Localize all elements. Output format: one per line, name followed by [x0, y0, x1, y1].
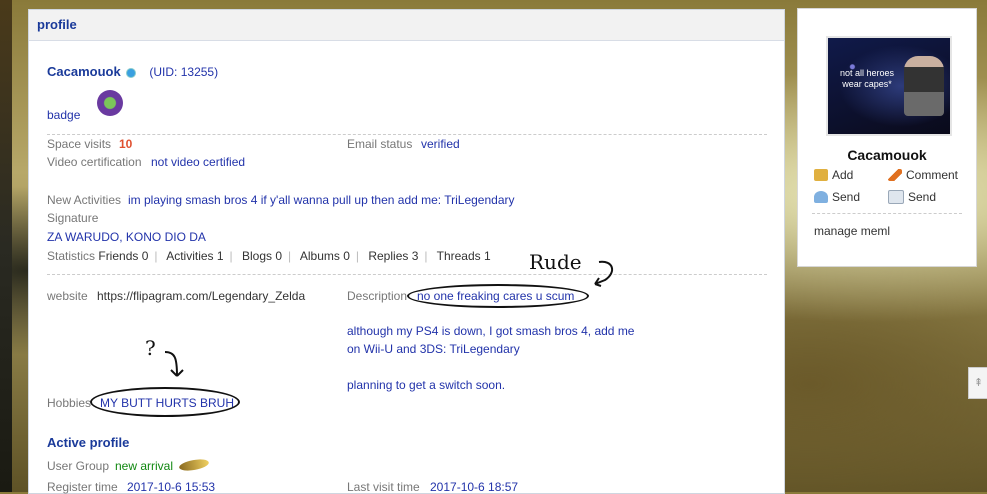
scroll-top-button[interactable]: ⇞: [968, 367, 987, 399]
user-group-label: User Group: [47, 459, 110, 473]
avatar[interactable]: not all heroes wear capes*: [826, 36, 952, 136]
description-label: Description: [347, 289, 408, 303]
badge-link[interactable]: badge: [47, 108, 80, 122]
statistics-row: Statistics Friends 0 | Activities 1 | Blog…: [47, 249, 491, 263]
stat-threads[interactable]: Threads 1: [437, 249, 491, 263]
stat-blogs[interactable]: Blogs 0: [242, 249, 282, 263]
stat-activities[interactable]: Activities 1: [166, 249, 223, 263]
online-status-icon: [126, 67, 137, 78]
annotation-oval-hobbies: [90, 387, 240, 417]
hobbies-label: Hobbies: [47, 396, 92, 410]
space-visits-value: 10: [119, 137, 133, 151]
annotation-question: ?: [145, 336, 156, 360]
avatar-caption: not all heroes wear capes*: [839, 68, 895, 89]
video-cert-value: not video certified: [151, 155, 246, 169]
divider: [47, 274, 767, 275]
annotation-oval-description: [407, 284, 589, 308]
stat-albums[interactable]: Albums 0: [300, 249, 350, 263]
new-activities-label: New Activities: [47, 193, 122, 207]
annotation-rude: Rude: [529, 250, 582, 274]
space-visits-label: Space visits: [47, 137, 112, 151]
statistics-label: Statistics: [47, 249, 96, 263]
avatar-figure: [904, 56, 944, 116]
background-left-edge: [0, 0, 12, 492]
handshake-icon: [814, 169, 828, 181]
signature-label: Signature: [47, 211, 99, 225]
email-status-label: Email status: [347, 137, 413, 151]
signature-value: ZA WARUDO, KONO DIO DA: [47, 230, 206, 244]
comment-label: Comment: [906, 168, 959, 182]
sidebar-username: Cacamouok: [847, 147, 927, 163]
panel-title: profile: [29, 10, 784, 41]
send-message-label: Send: [832, 190, 861, 204]
add-friend-label: Add: [832, 168, 854, 182]
arrow-down-annotation-icon: [164, 351, 184, 377]
pencil-icon: [888, 169, 902, 181]
sidebar-card: not all heroes wear capes* Cacamouok Add…: [797, 8, 977, 267]
website-label: website: [47, 289, 88, 303]
username-link[interactable]: Cacamouok: [47, 64, 121, 79]
profile-panel: profile Cacamouok (UID: 13255) badge Spa…: [28, 9, 785, 494]
manage-member-link[interactable]: manage meml: [814, 224, 890, 238]
description-line2: although my PS4 is down, I got smash bro…: [347, 324, 635, 338]
divider: [812, 213, 962, 214]
mail-icon: [888, 190, 904, 204]
divider: [47, 134, 767, 135]
group-rank-icon: [178, 457, 210, 473]
description-line4: planning to get a switch soon.: [347, 378, 506, 392]
stat-replies[interactable]: Replies 3: [368, 249, 418, 263]
user-send-icon: [814, 191, 828, 203]
active-profile-title: Active profile: [47, 435, 130, 450]
user-heading: Cacamouok (UID: 13255): [47, 64, 218, 79]
video-cert-label: Video certification: [47, 155, 142, 169]
description-line3: on Wii-U and 3DS: TriLegendary: [347, 342, 520, 356]
send-mail-button[interactable]: Send: [888, 190, 936, 204]
comment-button[interactable]: Comment: [888, 168, 958, 182]
stat-friends[interactable]: Friends 0: [98, 249, 148, 263]
email-status-value: verified: [421, 137, 460, 151]
arrow-annotation-icon: [594, 260, 614, 287]
website-value[interactable]: https://flipagram.com/Legendary_Zelda: [97, 289, 305, 303]
send-mail-label: Send: [908, 190, 937, 204]
badge-icon[interactable]: [97, 90, 123, 116]
user-group-value[interactable]: new arrival: [115, 459, 173, 473]
uid-text: (UID: 13255): [149, 65, 219, 79]
new-activities-value[interactable]: im playing smash bros 4 if y'all wanna p…: [128, 193, 515, 207]
add-friend-button[interactable]: Add: [814, 168, 853, 182]
send-message-button[interactable]: Send: [814, 190, 860, 204]
